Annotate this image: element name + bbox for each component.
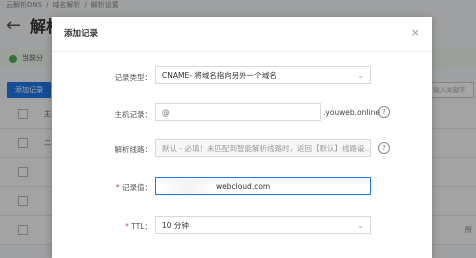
ttl-select[interactable]: 10 分钟 ⌄ <box>155 216 371 234</box>
add-record-dialog: 添加记录 × 记录类型： CNAME- 将域名指向另外一个域名 ⌄ 主机记录： … <box>52 17 432 258</box>
domain-suffix: .youweb.online <box>323 108 380 117</box>
chevron-down-icon: ⌄ <box>357 144 364 153</box>
required-mark: * <box>125 222 129 231</box>
chevron-down-icon: ⌄ <box>357 221 364 230</box>
host-record-input[interactable]: @ <box>155 103 321 121</box>
close-icon[interactable]: × <box>411 26 420 39</box>
record-type-label: 记录类型： <box>114 73 153 82</box>
resolve-line-label: 解析线路： <box>114 145 153 154</box>
host-record-label: 主机记录： <box>114 110 153 119</box>
record-type-select[interactable]: CNAME- 将域名指向另外一个域名 ⌄ <box>155 66 371 84</box>
record-value-label: * 记录值： <box>52 182 152 193</box>
record-value-text: webcloud.com <box>216 182 271 191</box>
required-mark: * <box>115 183 120 192</box>
chevron-down-icon: ⌄ <box>357 71 364 80</box>
redacted-area <box>162 180 216 194</box>
resolve-line-select[interactable]: 默认 - 必填！未匹配到智能解析线路时，返回【默认】线路设... ⌄ <box>155 139 371 157</box>
ttl-value: 10 分钟 <box>162 221 189 230</box>
help-icon[interactable]: ? <box>378 142 390 154</box>
dialog-header: 添加记录 × <box>52 17 432 52</box>
record-type-value: CNAME- 将域名指向另外一个域名 <box>162 71 277 80</box>
help-icon[interactable]: ? <box>378 106 390 118</box>
resolve-line-value: 默认 - 必填！未匹配到智能解析线路时，返回【默认】线路设... <box>162 144 371 153</box>
record-value-label-text: 记录值： <box>122 183 152 192</box>
record-value-input[interactable]: webcloud.com <box>155 177 371 195</box>
ttl-label: * TTL： <box>52 221 152 232</box>
ttl-label-text: TTL： <box>131 222 152 231</box>
dialog-title: 添加记录 <box>64 29 99 39</box>
